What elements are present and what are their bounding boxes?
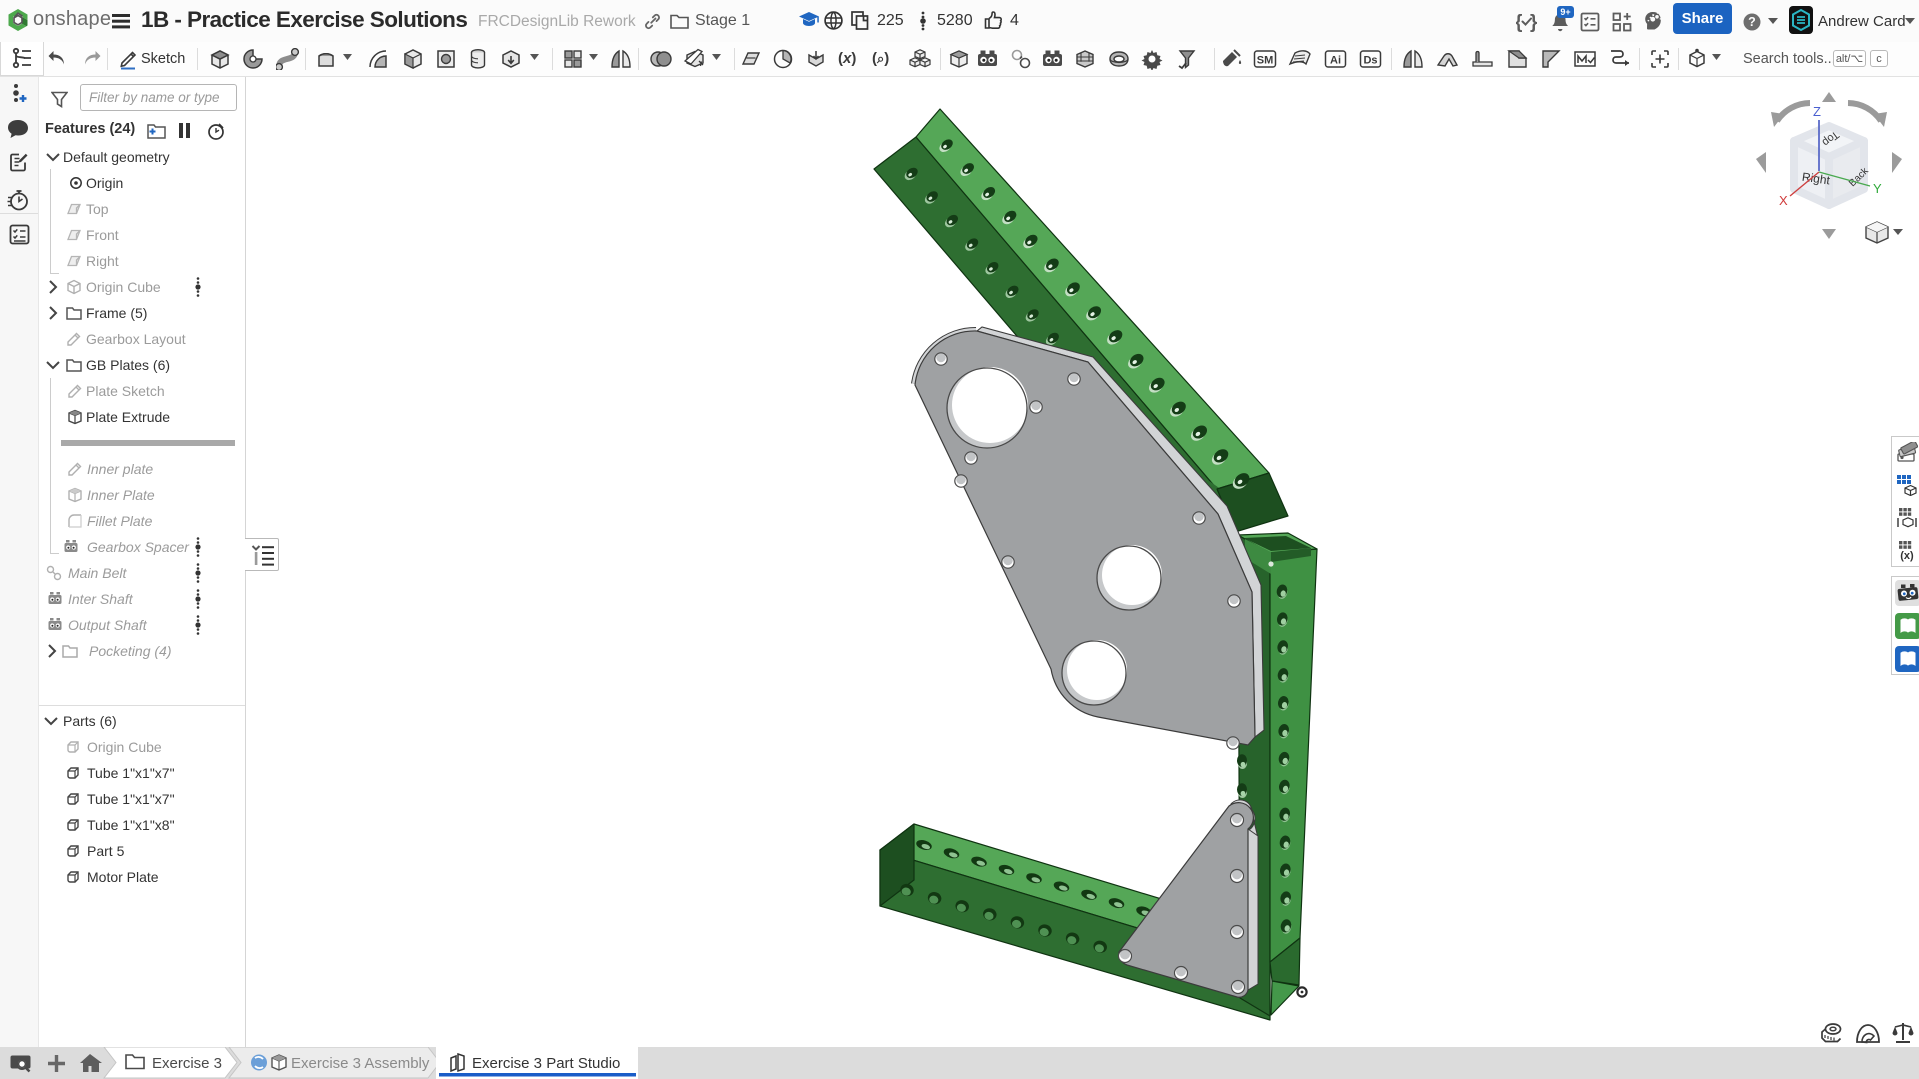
svg-text:Ds: Ds bbox=[1363, 55, 1377, 67]
svg-text:Ai: Ai bbox=[1330, 55, 1341, 67]
svg-text:Exercise 3 Assembly: Exercise 3 Assembly bbox=[291, 1055, 430, 1072]
svg-text:Z: Z bbox=[1813, 104, 1821, 119]
svg-text:X: X bbox=[1779, 193, 1788, 208]
svg-text:?: ? bbox=[1748, 15, 1756, 29]
svg-text:(x): (x) bbox=[1900, 550, 1914, 562]
svg-text:Exercise 3: Exercise 3 bbox=[152, 1055, 222, 1072]
svg-text:Exercise 3 Part Studio: Exercise 3 Part Studio bbox=[472, 1055, 620, 1072]
svg-text:{: { bbox=[1516, 12, 1522, 33]
svg-text:Y: Y bbox=[1873, 181, 1882, 196]
svg-text:SM: SM bbox=[1257, 55, 1274, 67]
svg-text:}: } bbox=[1530, 12, 1537, 33]
